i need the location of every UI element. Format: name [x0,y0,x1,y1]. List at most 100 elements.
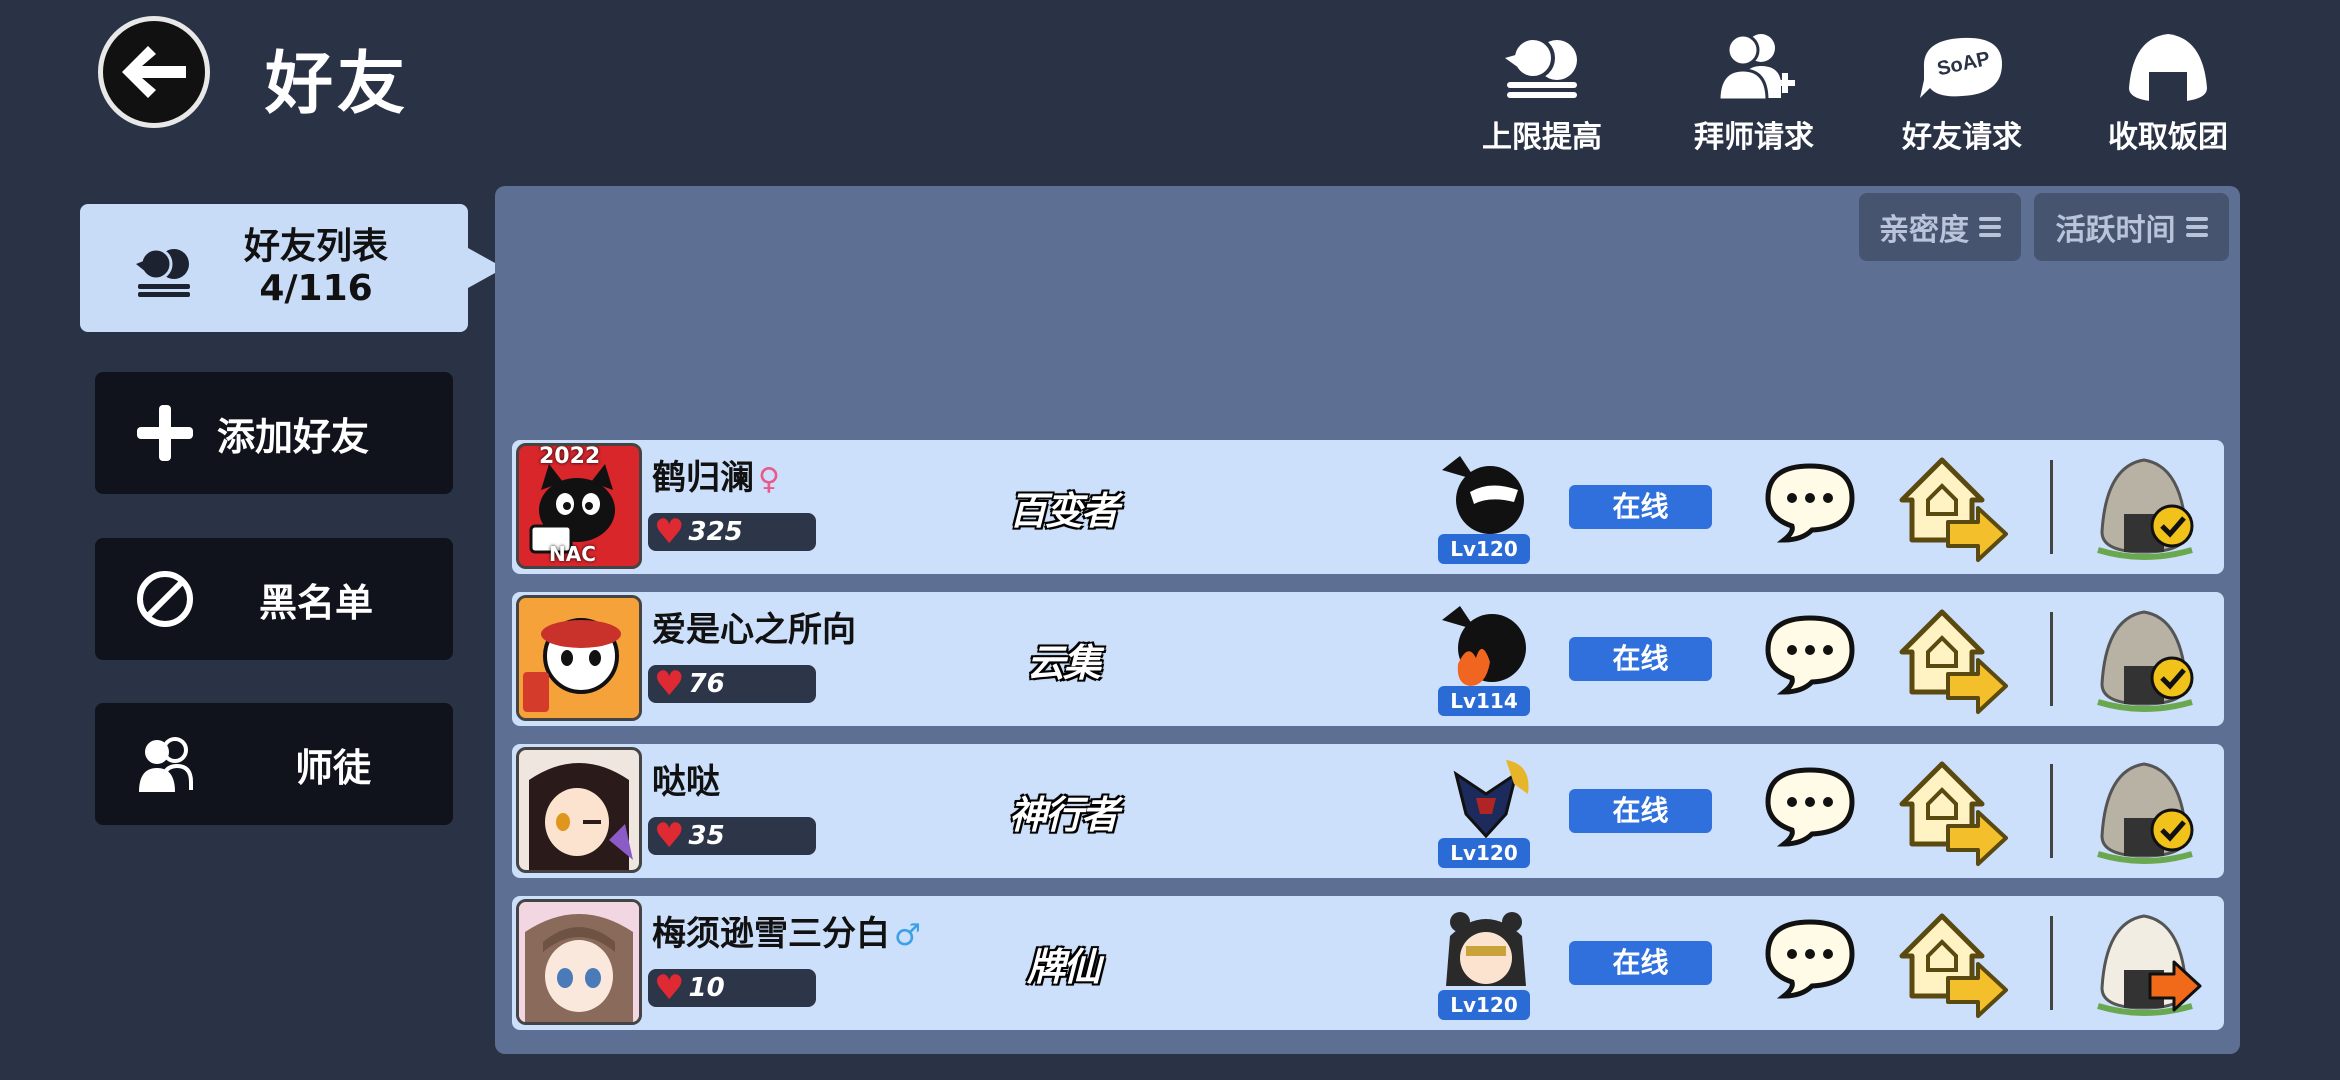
sort-intimacy-button[interactable]: 亲密度 [1859,193,2021,261]
status-badge: 在线 [1569,485,1712,529]
divider [2050,612,2053,706]
rice-ball-collected-icon[interactable] [2084,756,2204,868]
divider [2050,916,2053,1010]
female-icon: ♀ [758,462,780,497]
title-text: 神行者 [1008,792,1119,837]
pet-avatar-icon [1446,912,1526,986]
friend-request-button[interactable]: SoAP 好友请求 [1867,28,2057,156]
intimacy-bar: ♥ 325 [648,513,816,551]
blacklist-label: 黑名单 [259,580,374,625]
character-avatar-icon [519,902,639,1022]
friend-request-label: 好友请求 [1902,120,2022,155]
title-badge: 云集 [998,622,1128,696]
sidebar-item-add-friend[interactable]: 添加好友 [95,372,453,494]
pet-avatar-icon [1442,606,1526,686]
friend-name: 哒哒 [652,762,720,802]
heart-icon: ♥ [654,816,685,856]
menu-icon [2185,217,2208,237]
status-badge: 在线 [1569,789,1712,833]
friend-name: 爱是心之所向 [652,610,856,650]
chat-icon[interactable] [1762,612,1858,696]
avatar[interactable] [516,899,642,1025]
intimacy-bar: ♥ 10 [648,969,816,1007]
pet-avatar-icon [1442,456,1524,534]
title-text: 牌仙 [1026,944,1101,989]
menu-icon [1979,217,2001,237]
sidebar-item-mentorship[interactable]: 师徒 [95,703,453,825]
rice-ball-collected-icon[interactable] [2084,604,2204,716]
title-badge: 百变者 [998,470,1128,544]
friends-list-label: 好友列表 [243,226,388,267]
friend-row[interactable]: 2022 NAC 鹤归澜 ♀ ♥ 325 百变者 Lv120 在线 [512,440,2224,574]
sidebar-item-blacklist[interactable]: 黑名单 [95,538,453,660]
chat-icon[interactable] [1762,916,1858,1000]
title-badge: 神行者 [998,774,1128,848]
avatar[interactable] [516,747,642,873]
friend-name: 梅须逊雪三分白 [652,914,890,954]
add-friend-label: 添加好友 [217,414,370,459]
intimacy-value: 325 [688,517,743,547]
avatar[interactable]: 2022 NAC [516,443,642,569]
level-badge: Lv120 [1438,838,1530,868]
divider [2050,460,2053,554]
title-text: 云集 [1026,640,1101,685]
visit-home-icon[interactable] [1892,604,2012,716]
plus-icon [137,405,193,461]
title-text: 百变者 [1008,488,1119,533]
visit-home-icon[interactable] [1892,908,2012,1020]
character-avatar-icon [519,750,639,870]
rice-ball-collected-icon[interactable] [2084,452,2204,564]
status-badge: 在线 [1569,941,1712,985]
page-title: 好友 [265,45,410,124]
friend-row[interactable]: 梅须逊雪三分白 ♂ ♥ 10 牌仙 Lv120 在线 [512,896,2224,1030]
intimacy-value: 10 [688,973,725,1003]
raise-limit-label: 上限提高 [1482,120,1602,155]
arrow-left-icon [122,46,186,98]
avatar[interactable] [516,595,642,721]
collect-rice-label: 收取饭团 [2108,120,2228,155]
friend-row[interactable]: 爱是心之所向 ♥ 76 云集 Lv114 在线 [512,592,2224,726]
level-badge: Lv114 [1438,686,1530,716]
sort-active-time-label: 活跃时间 [2055,213,2176,248]
visit-home-icon[interactable] [1892,756,2012,868]
friends-count: 4/116 [259,268,373,309]
back-button[interactable] [98,16,210,128]
avatar-year-badge: 2022 [539,444,601,469]
mentor-request-button[interactable]: 拜师请求 [1659,28,1849,156]
intimacy-bar: ♥ 76 [648,665,816,703]
friend-row[interactable]: 哒哒 ♥ 35 神行者 Lv120 在线 [512,744,2224,878]
friend-name: 鹤归澜 [652,458,754,498]
rice-ball-icon [2129,34,2207,102]
heart-icon: ♥ [654,968,685,1008]
friends-icon [136,247,190,297]
avatar-tag: NAC [549,542,596,566]
collect-rice-button[interactable]: 收取饭团 [2073,28,2263,156]
divider [2050,764,2053,858]
sort-active-time-button[interactable]: 活跃时间 [2034,193,2229,261]
rice-ball-send-icon[interactable] [2084,908,2204,1020]
chat-icon[interactable] [1762,460,1858,544]
title-badge: 牌仙 [998,926,1128,1000]
level-badge: Lv120 [1438,534,1530,564]
block-icon [137,571,193,627]
mentor-icon [139,737,193,792]
sidebar-item-friends-list[interactable]: 好友列表 4/116 [80,204,504,332]
add-mentor-icon [1717,33,1795,102]
mentor-request-label: 拜师请求 [1694,120,1814,155]
intimacy-value: 76 [688,669,725,699]
friends-icon [1505,36,1577,98]
pet-avatar-icon [1453,760,1529,839]
male-icon: ♂ [894,918,921,953]
mentorship-label: 师徒 [295,745,372,790]
heart-icon: ♥ [654,664,685,704]
level-badge: Lv120 [1438,990,1530,1020]
visit-home-icon[interactable] [1892,452,2012,564]
character-avatar-icon [519,598,639,718]
sort-intimacy-label: 亲密度 [1879,213,1969,248]
chat-icon[interactable] [1762,764,1858,848]
raise-limit-button[interactable]: 上限提高 [1447,28,1637,156]
intimacy-bar: ♥ 35 [648,817,816,855]
status-badge: 在线 [1569,637,1712,681]
heart-icon: ♥ [654,512,685,552]
intimacy-value: 35 [688,821,725,851]
